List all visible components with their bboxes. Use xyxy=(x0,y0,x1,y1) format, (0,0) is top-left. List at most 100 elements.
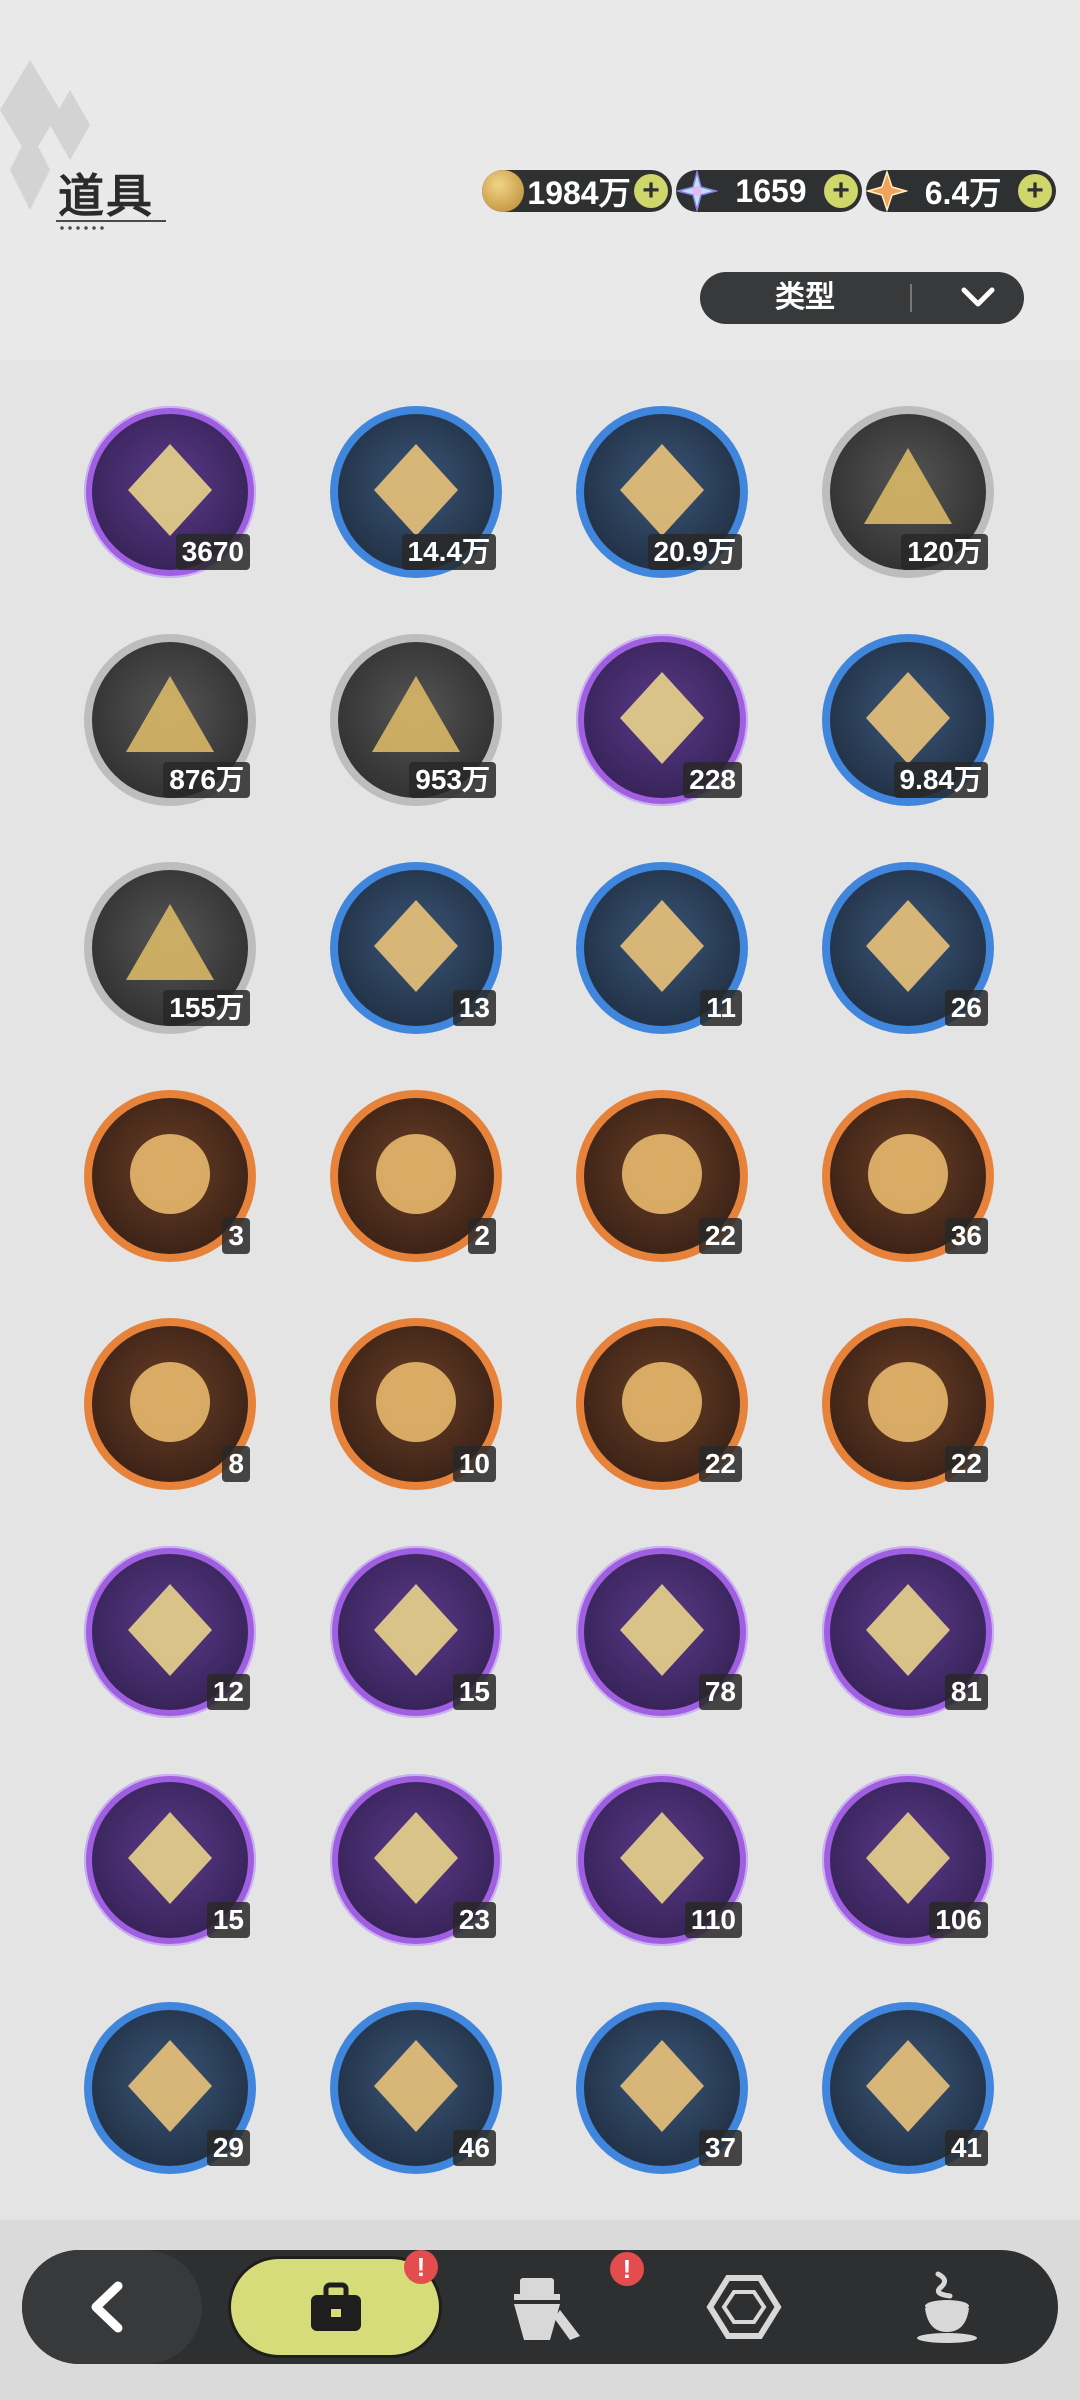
item-count: 2 xyxy=(468,1218,496,1254)
inventory-item[interactable]: 12 xyxy=(84,1546,256,1718)
page-title: 道具 xyxy=(58,170,154,222)
diamond-box-icon xyxy=(376,1362,456,1442)
item-count: 876万 xyxy=(163,762,250,798)
item-count: 120万 xyxy=(901,534,988,570)
item-count: 953万 xyxy=(409,762,496,798)
title-dots xyxy=(58,226,106,230)
item-count: 10 xyxy=(452,1446,496,1482)
teacup-icon xyxy=(866,2040,950,2132)
item-count: 14.4万 xyxy=(401,534,496,570)
crystal-value: 1659 xyxy=(735,172,807,209)
inventory-item[interactable]: 23 xyxy=(330,1774,502,1946)
chevron-down-icon xyxy=(961,287,995,307)
inventory-item[interactable]: 155万 xyxy=(84,862,256,1034)
jade-pendant-icon xyxy=(128,1812,212,1904)
inventory-item[interactable]: 29 xyxy=(84,2002,256,2174)
item-count: 37 xyxy=(698,2130,742,2166)
pillow-icon xyxy=(866,1584,950,1676)
gold-coin-icon xyxy=(482,170,524,212)
inventory-item[interactable]: 36 xyxy=(822,1090,994,1262)
item-count: 13 xyxy=(452,990,496,1026)
item-count: 22 xyxy=(944,1446,988,1482)
item-count: 106 xyxy=(929,1902,988,1938)
inventory-item[interactable]: 26 xyxy=(822,862,994,1034)
gem-icon xyxy=(706,2275,782,2339)
gold-sand-icon xyxy=(864,448,952,524)
inventory-item[interactable]: 876万 xyxy=(84,634,256,806)
item-count: 22 xyxy=(698,1446,742,1482)
inventory-item[interactable]: 9.84万 xyxy=(822,634,994,806)
item-count: 155万 xyxy=(163,990,250,1026)
recipe-book-icon xyxy=(620,1812,704,1904)
iris-bouquet-icon xyxy=(128,2040,212,2132)
inventory-item[interactable]: 228 xyxy=(576,634,748,806)
back-arrow-icon xyxy=(91,2281,123,2333)
item-count: 22 xyxy=(698,1218,742,1254)
tab-gem[interactable] xyxy=(706,2274,782,2340)
inventory-item[interactable]: 3 xyxy=(84,1090,256,1262)
type-filter-dropdown[interactable]: 类型 xyxy=(700,272,1024,324)
outfit-icon xyxy=(514,2278,580,2340)
dark-crystal-icon xyxy=(126,676,214,752)
pink-paw-bag-icon xyxy=(620,672,704,764)
coffee-icon xyxy=(917,2271,977,2343)
inventory-item[interactable]: 81 xyxy=(822,1546,994,1718)
gold-coin-balance: 1984万 + xyxy=(482,170,672,212)
back-button[interactable] xyxy=(22,2250,202,2364)
crystal-add-button[interactable]: + xyxy=(824,174,858,208)
outfit-alert-badge: ! xyxy=(610,2252,644,2286)
blue-book-icon xyxy=(622,1362,702,1442)
inventory-item[interactable]: 13 xyxy=(330,862,502,1034)
inventory-item[interactable]: 41 xyxy=(822,2002,994,2174)
crystal-icon xyxy=(676,170,718,212)
item-count: 3 xyxy=(222,1218,250,1254)
star-shard-balance: 6.4万 + xyxy=(866,170,1056,212)
inventory-item[interactable]: 37 xyxy=(576,2002,748,2174)
inventory-item[interactable]: 106 xyxy=(822,1774,994,1946)
inventory-item[interactable]: 953万 xyxy=(330,634,502,806)
pink-bouquet-icon xyxy=(130,1134,210,1214)
purple-bouquet-icon xyxy=(376,1134,456,1214)
inventory-item[interactable]: 15 xyxy=(330,1546,502,1718)
green-potion-icon xyxy=(868,1134,948,1214)
item-count: 228 xyxy=(683,762,742,798)
item-count: 29 xyxy=(206,2130,250,2166)
item-count: 46 xyxy=(452,2130,496,2166)
cherry-bouquet-icon xyxy=(128,1584,212,1676)
inventory-item[interactable]: 3670 xyxy=(84,406,256,578)
inventory-item[interactable]: 15 xyxy=(84,1774,256,1946)
inventory-item[interactable]: 11 xyxy=(576,862,748,1034)
item-count: 20.9万 xyxy=(647,534,742,570)
inventory-item[interactable]: 22 xyxy=(576,1318,748,1490)
type-filter-separator xyxy=(910,284,912,312)
item-count: 81 xyxy=(944,1674,988,1710)
inventory-item[interactable]: 46 xyxy=(330,2002,502,2174)
gold-ingot-icon xyxy=(374,1812,458,1904)
item-count: 78 xyxy=(698,1674,742,1710)
inventory-item[interactable]: 2 xyxy=(330,1090,502,1262)
inventory-item[interactable]: 22 xyxy=(822,1318,994,1490)
portrait-book-icon xyxy=(868,1362,948,1442)
item-count: 26 xyxy=(944,990,988,1026)
inventory-item[interactable]: 110 xyxy=(576,1774,748,1946)
star-shard-add-button[interactable]: + xyxy=(1018,174,1052,208)
inventory-item[interactable]: 8 xyxy=(84,1318,256,1490)
inventory-item[interactable]: 120万 xyxy=(822,406,994,578)
blue-paw-bag-icon xyxy=(866,672,950,764)
inventory-item[interactable]: 22 xyxy=(576,1090,748,1262)
item-count: 41 xyxy=(944,2130,988,2166)
sunflower-bouquet-icon xyxy=(374,2040,458,2132)
inventory-item[interactable]: 78 xyxy=(576,1546,748,1718)
gold-coin-add-button[interactable]: + xyxy=(634,174,668,208)
inventory-item[interactable]: 20.9万 xyxy=(576,406,748,578)
tab-coffee[interactable] xyxy=(910,2266,984,2346)
brown-paw-bag-icon xyxy=(126,904,214,980)
item-count: 9.84万 xyxy=(893,762,988,798)
bag-alert-badge: ! xyxy=(404,2250,438,2284)
item-count: 15 xyxy=(452,1674,496,1710)
inventory-item[interactable]: 14.4万 xyxy=(330,406,502,578)
inventory-item[interactable]: 10 xyxy=(330,1318,502,1490)
pocket-watch-icon xyxy=(622,1134,702,1214)
item-count: 36 xyxy=(944,1218,988,1254)
tab-outfit[interactable] xyxy=(490,2270,590,2344)
